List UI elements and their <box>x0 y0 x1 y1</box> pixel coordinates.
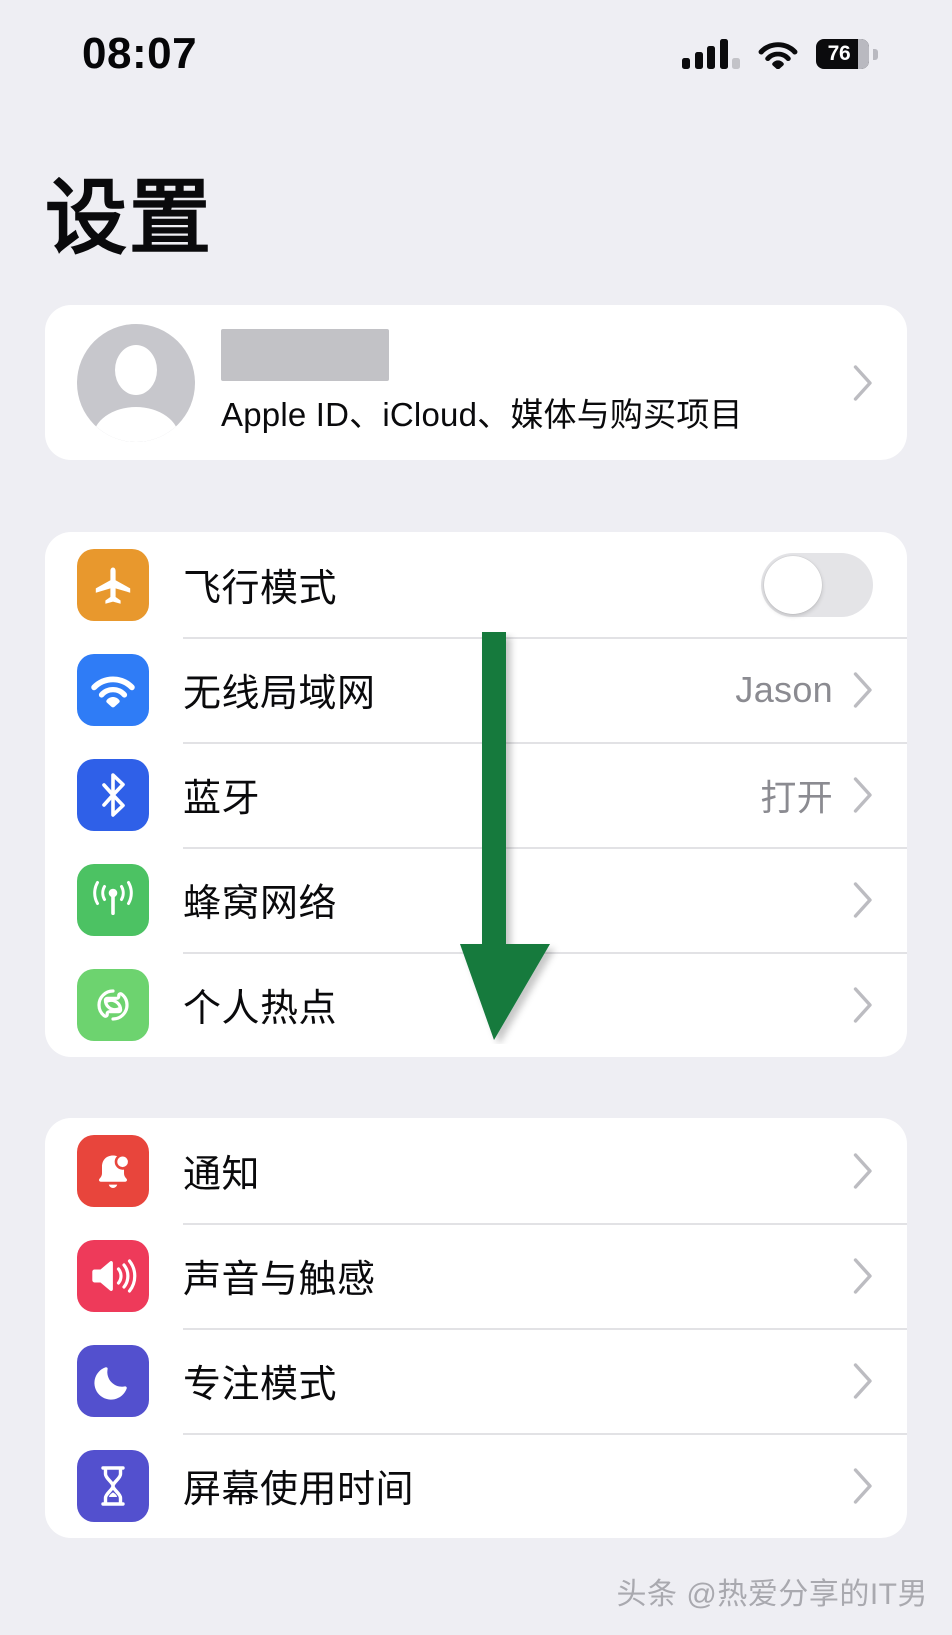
status-bar-time: 08:07 <box>82 29 198 78</box>
account-subtitle: Apple ID、iCloud、媒体与购买项目 <box>221 396 743 433</box>
chevron-right-icon <box>853 364 872 401</box>
apple-id-account-row[interactable]: Apple ID、iCloud、媒体与购买项目 <box>45 305 907 460</box>
settings-row-cellular[interactable]: 蜂窝网络 <box>45 847 907 952</box>
settings-row-focus[interactable]: 专注模式 <box>45 1328 907 1433</box>
bluetooth-state-value: 打开 <box>760 776 833 818</box>
airplane-icon <box>77 548 149 621</box>
settings-row-personal-hotspot[interactable]: 个人热点 <box>45 952 907 1057</box>
page-title: 设置 <box>45 173 214 264</box>
settings-row-label: 蜂窝网络 <box>183 883 338 925</box>
settings-row-label: 屏幕使用时间 <box>183 1469 415 1511</box>
battery-level-label: 76 <box>827 42 851 65</box>
hourglass-icon <box>77 1449 149 1522</box>
chevron-right-icon <box>853 1467 872 1504</box>
watermark-text: 头条 @热爱分享的IT男 <box>616 1578 928 1611</box>
status-bar-indicators: 76 <box>682 39 878 69</box>
chevron-right-icon <box>853 986 872 1023</box>
settings-row-label: 个人热点 <box>183 988 338 1030</box>
settings-group-connectivity: 飞行模式 无线局域网 Jason 蓝牙 打开 蜂窝网络 个人热点 <box>45 532 907 1057</box>
personal-hotspot-icon <box>77 968 149 1041</box>
settings-row-label: 通知 <box>183 1154 261 1196</box>
wifi-icon <box>77 653 149 726</box>
chevron-right-icon <box>853 776 872 813</box>
settings-row-label: 蓝牙 <box>183 778 261 820</box>
bell-icon <box>77 1134 149 1207</box>
settings-row-airplane-mode[interactable]: 飞行模式 <box>45 532 907 637</box>
chevron-right-icon <box>853 671 872 708</box>
airplane-mode-toggle[interactable] <box>761 552 873 617</box>
account-name-redacted <box>221 329 389 381</box>
chevron-right-icon <box>853 1362 872 1399</box>
cellular-icon <box>77 863 149 936</box>
battery-icon: 76 <box>816 39 878 69</box>
account-text-block: Apple ID、iCloud、媒体与购买项目 <box>221 329 853 436</box>
status-bar: 08:07 76 <box>0 0 952 108</box>
settings-row-wifi[interactable]: 无线局域网 Jason <box>45 637 907 742</box>
cellular-signal-icon <box>682 39 740 69</box>
bluetooth-icon <box>77 758 149 831</box>
moon-icon <box>77 1344 149 1417</box>
settings-group-notifications: 通知 声音与触感 专注模式 屏幕使用时间 <box>45 1118 907 1538</box>
chevron-right-icon <box>853 1152 872 1189</box>
settings-row-screen-time[interactable]: 屏幕使用时间 <box>45 1433 907 1538</box>
settings-row-sounds-haptics[interactable]: 声音与触感 <box>45 1223 907 1328</box>
speaker-icon <box>77 1239 149 1312</box>
person-avatar-icon <box>77 323 195 442</box>
chevron-right-icon <box>853 881 872 918</box>
wifi-icon <box>758 39 798 69</box>
settings-row-label: 专注模式 <box>183 1364 338 1406</box>
settings-row-label: 无线局域网 <box>183 673 376 715</box>
chevron-right-icon <box>853 1257 872 1294</box>
settings-row-label: 飞行模式 <box>183 568 338 610</box>
settings-row-bluetooth[interactable]: 蓝牙 打开 <box>45 742 907 847</box>
wifi-network-value: Jason <box>735 668 833 710</box>
settings-row-label: 声音与触感 <box>183 1259 376 1301</box>
settings-row-notifications[interactable]: 通知 <box>45 1118 907 1223</box>
